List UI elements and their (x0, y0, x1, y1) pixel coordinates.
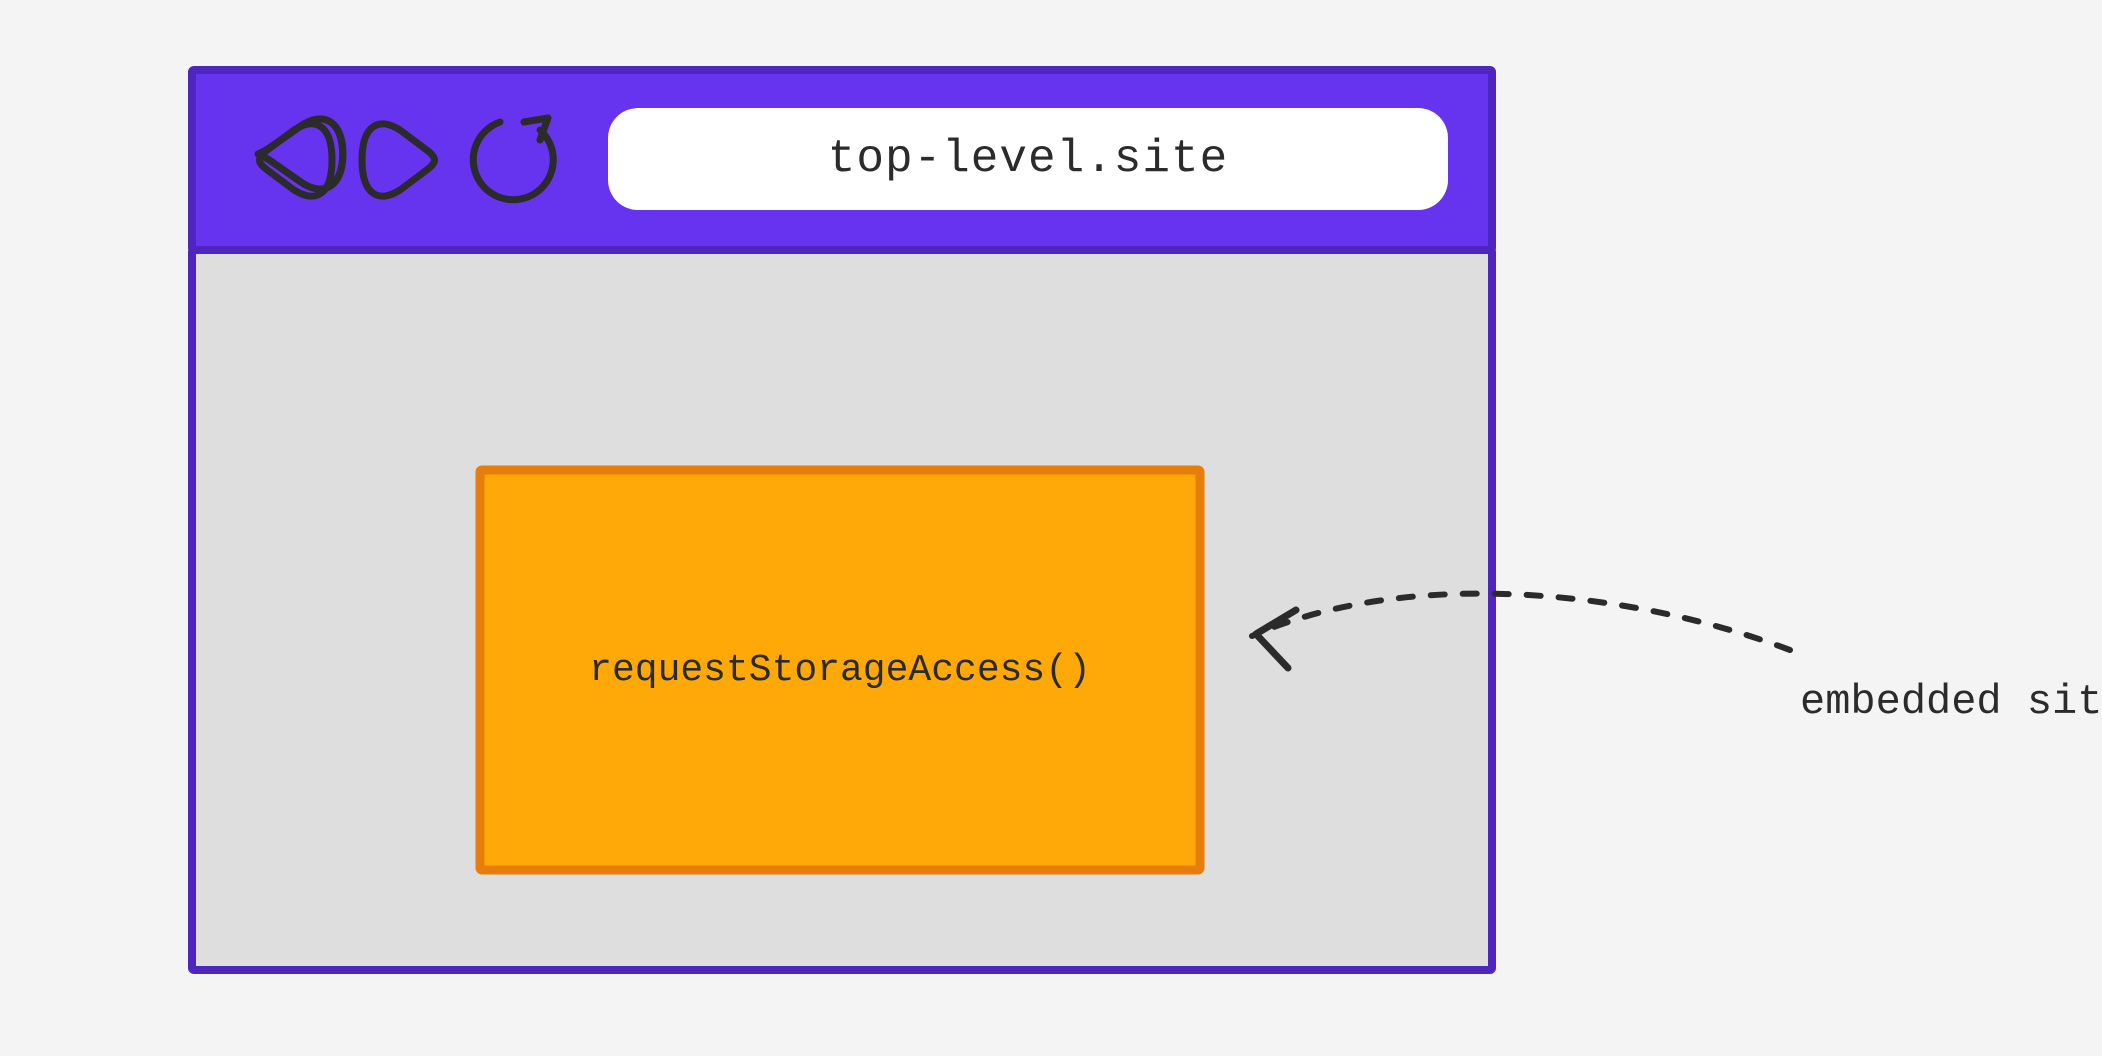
embedded-frame-api-text: requestStorageAccess() (480, 470, 1200, 870)
annotation-label: embedded site (1800, 678, 2102, 726)
diagram-canvas: top-level.site requestStorageAccess() em… (0, 0, 2102, 1056)
address-bar-url: top-level.site (608, 108, 1448, 210)
